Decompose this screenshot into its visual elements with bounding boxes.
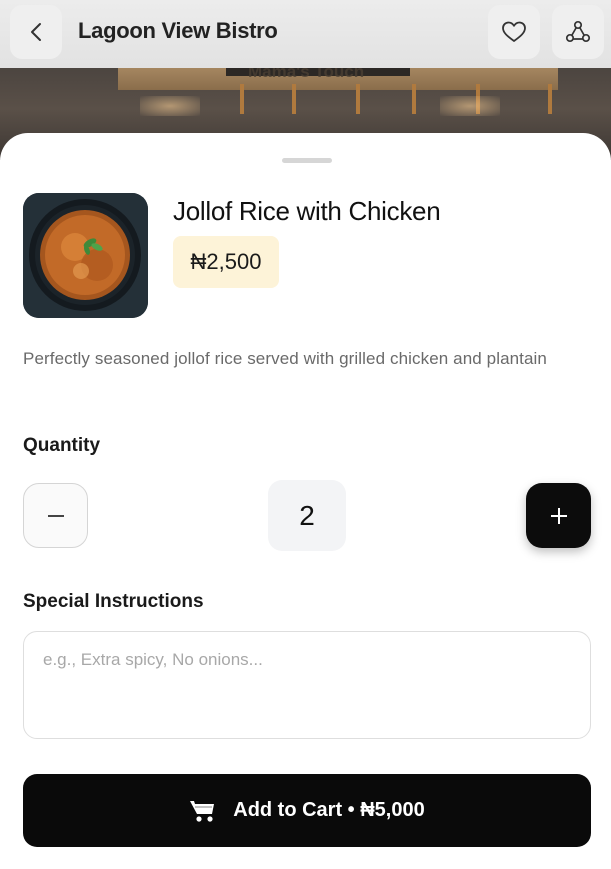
awning-post [412, 84, 416, 114]
add-to-cart-label: Add to Cart • ₦5,000 [233, 799, 425, 821]
top-bar: Lagoon View Bistro [0, 0, 611, 68]
plus-icon [550, 507, 567, 524]
restaurant-title: Lagoon View Bistro [78, 18, 278, 43]
heart-icon [502, 21, 526, 42]
awning-post [356, 84, 360, 114]
awning-post [292, 84, 296, 114]
share-button[interactable] [552, 5, 604, 59]
share-icon [565, 20, 591, 43]
add-to-cart-button[interactable]: Add to Cart • ₦5,000 [23, 774, 591, 847]
item-detail-sheet: Jollof Rice with Chicken ₦2,500 Perfectl… [0, 133, 611, 869]
increase-quantity-button[interactable] [526, 483, 591, 548]
awning-post [548, 84, 552, 114]
restaurant-light [140, 96, 200, 116]
dish-image [23, 193, 148, 318]
quantity-value: 2 [268, 480, 346, 551]
awning-post [240, 84, 244, 114]
special-instructions-label: Special Instructions [23, 591, 204, 612]
decrease-quantity-button[interactable] [23, 483, 88, 548]
back-button[interactable] [10, 5, 62, 59]
dish-photo [23, 193, 148, 318]
cart-icon [189, 798, 217, 824]
minus-icon [47, 514, 64, 517]
special-instructions-input[interactable] [23, 631, 591, 739]
chevron-left-icon [31, 23, 41, 41]
dish-name: Jollof Rice with Chicken [173, 196, 441, 226]
sheet-drag-handle[interactable] [282, 158, 332, 163]
dish-description: Perfectly seasoned jollof rice served wi… [23, 349, 547, 368]
quantity-label: Quantity [23, 435, 101, 456]
price-badge: ₦2,500 [173, 236, 279, 288]
favorite-button[interactable] [488, 5, 540, 59]
restaurant-light [440, 96, 500, 116]
